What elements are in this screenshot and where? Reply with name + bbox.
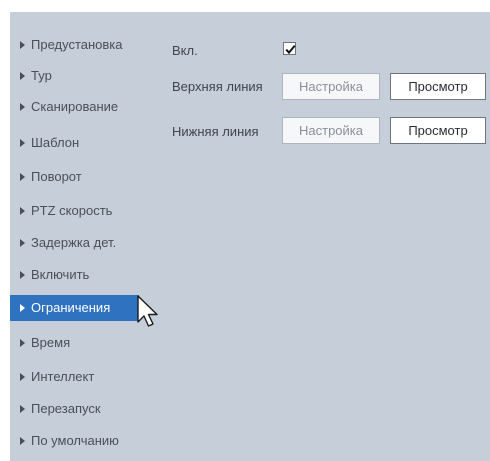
sidebar-item-time[interactable]: Время bbox=[10, 330, 145, 356]
sidebar-item-label: Задержка дет. bbox=[31, 235, 117, 250]
upper-line-preview-button[interactable]: Просмотр bbox=[390, 73, 486, 100]
caret-right-icon bbox=[20, 405, 25, 413]
caret-right-icon bbox=[20, 173, 25, 181]
sidebar-item-label: Интеллект bbox=[31, 369, 95, 384]
sidebar-item-restart[interactable]: Перезапуск bbox=[10, 396, 145, 422]
sidebar-item-label: Включить bbox=[31, 267, 90, 282]
sidebar-item-default[interactable]: По умолчанию bbox=[10, 428, 145, 454]
sidebar-item-ptz-speed[interactable]: PTZ скорость bbox=[10, 198, 145, 224]
caret-right-icon bbox=[20, 437, 25, 445]
sidebar-item-label: Шаблон bbox=[31, 135, 80, 150]
caret-right-icon bbox=[20, 271, 25, 279]
caret-right-icon bbox=[20, 339, 25, 347]
sidebar-item-label: Время bbox=[31, 335, 71, 350]
sidebar-item-tour[interactable]: Тур bbox=[10, 63, 145, 89]
enable-checkbox[interactable] bbox=[283, 42, 296, 55]
sidebar-item-label: Перезапуск bbox=[31, 401, 101, 416]
upper-line-setup-button[interactable]: Настройка bbox=[282, 73, 380, 100]
sidebar-item-pan[interactable]: Поворот bbox=[10, 164, 145, 190]
upper-line-label: Верхняя линия bbox=[172, 79, 263, 94]
limits-settings-panel: Вкл. Верхняя линия Настройка Просмотр Ни… bbox=[145, 12, 490, 461]
lower-line-label: Нижняя линия bbox=[172, 124, 259, 139]
caret-right-icon bbox=[20, 304, 25, 312]
enable-label: Вкл. bbox=[172, 43, 198, 58]
sidebar-item-label: Поворот bbox=[31, 169, 82, 184]
sidebar-item-power-up[interactable]: Включить bbox=[10, 262, 145, 288]
sidebar-item-label: Предустановка bbox=[31, 37, 123, 52]
mouse-pointer-icon bbox=[137, 295, 158, 327]
caret-right-icon bbox=[20, 239, 25, 247]
lower-line-setup-button[interactable]: Настройка bbox=[282, 117, 380, 144]
sidebar-item-label: По умолчанию bbox=[31, 433, 119, 448]
lower-line-preview-button[interactable]: Просмотр bbox=[390, 117, 486, 144]
caret-right-icon bbox=[20, 207, 25, 215]
checkmark-icon bbox=[285, 44, 296, 55]
caret-right-icon bbox=[20, 72, 25, 80]
sidebar-item-idle-delay[interactable]: Задержка дет. bbox=[10, 230, 145, 256]
sidebar-item-intelligent[interactable]: Интеллект bbox=[10, 364, 145, 390]
caret-right-icon bbox=[20, 41, 25, 49]
sidebar-item-label: Ограничения bbox=[31, 300, 111, 315]
sidebar-item-label: Тур bbox=[31, 68, 52, 83]
caret-right-icon bbox=[20, 373, 25, 381]
caret-right-icon bbox=[20, 103, 25, 111]
caret-right-icon bbox=[20, 139, 25, 147]
sidebar-item-pattern[interactable]: Шаблон bbox=[10, 130, 145, 156]
sidebar-item-limits[interactable]: Ограничения bbox=[10, 295, 139, 321]
sidebar-item-label: Сканирование bbox=[31, 99, 119, 114]
sidebar-item-scan[interactable]: Сканирование bbox=[10, 94, 145, 120]
ptz-settings-window: Предустановка Тур Сканирование Шаблон По… bbox=[0, 0, 490, 461]
sidebar-item-label: PTZ скорость bbox=[31, 203, 113, 218]
sidebar-menu: Предустановка Тур Сканирование Шаблон По… bbox=[10, 12, 145, 461]
sidebar-item-presets[interactable]: Предустановка bbox=[10, 32, 145, 58]
